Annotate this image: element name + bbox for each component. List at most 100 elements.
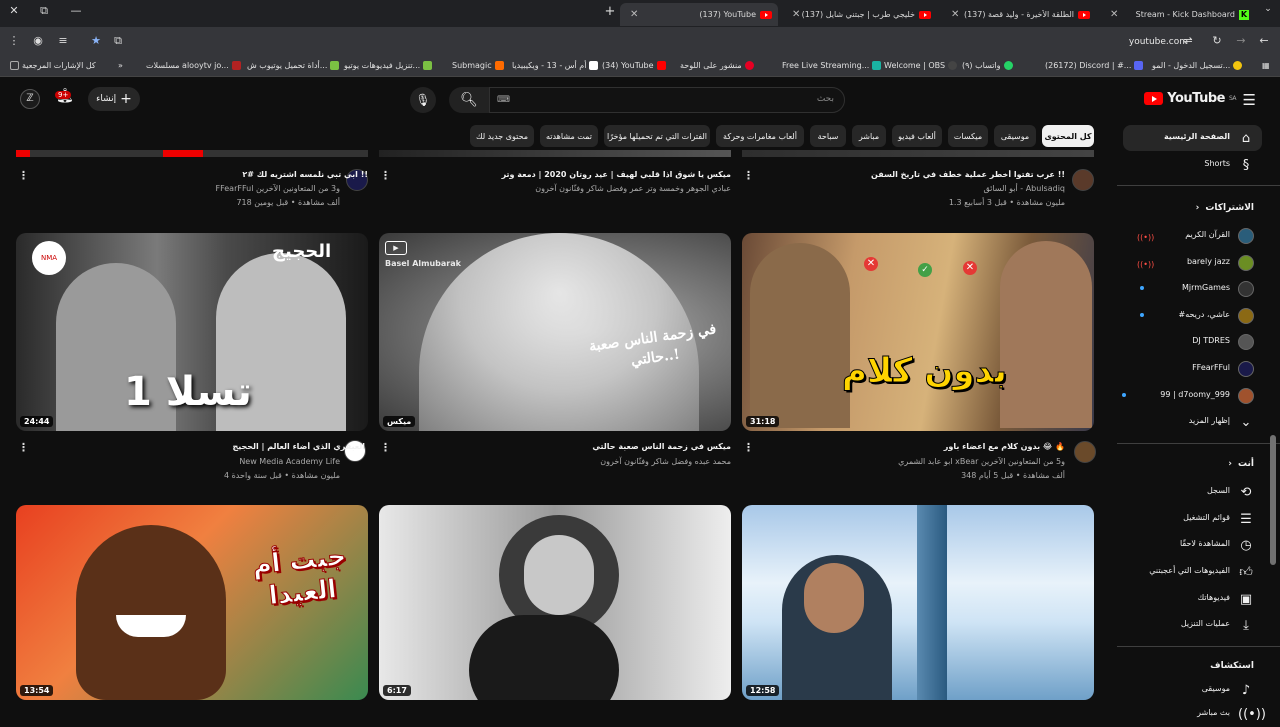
keyboard-icon[interactable]: ⌨ <box>497 95 510 105</box>
bookmark-item[interactable]: Welcome | OBS <box>884 61 958 70</box>
bookmark-item[interactable]: تسجيل الدخول - المو... <box>1152 61 1243 70</box>
video-thumbnail[interactable]: NMA الحجيج تسلا 1 24:44 <box>16 233 368 431</box>
bookmark-item[interactable]: (26172) Discord | #... <box>1045 61 1144 70</box>
close-tab-icon[interactable]: ✕ <box>792 9 800 20</box>
bookmark-item[interactable]: تنزيل فيديوهات يوتيو... <box>344 61 433 70</box>
video-channel[interactable]: FFearFFul و3 من المتعاونين الآخرين <box>215 184 340 193</box>
close-tab-icon[interactable]: ✕ <box>951 9 959 20</box>
subscriptions-header[interactable]: › الاشتراكات <box>1196 203 1254 213</box>
reload-icon[interactable]: ↻ <box>1209 34 1225 47</box>
bookmark-item[interactable]: Submagic <box>452 61 504 70</box>
video-title[interactable]: ميكس في زحمة الناس صعبة حالتي <box>401 442 731 451</box>
video-thumbnail[interactable] <box>379 150 731 157</box>
show-more-button[interactable]: ⌄ إظهار المزيد <box>1117 409 1280 435</box>
sidebar-item-shorts[interactable]: § Shorts <box>1117 152 1280 178</box>
chip-all[interactable]: كل المحتوى <box>1042 125 1094 147</box>
chip-watched[interactable]: تمت مشاهدته <box>540 125 598 147</box>
sidebar-item-subscription[interactable]: MjrmGames <box>1117 276 1280 302</box>
tab-last-shot[interactable]: ✕ (137) الطلقة الأخيرة - وليد قصة <box>941 3 1096 26</box>
search-button[interactable]: 🔍︎ <box>449 87 489 113</box>
sidebar-item-watch-later[interactable]: ◷ المشاهدة لاحقًا <box>1117 532 1280 558</box>
video-thumbnail[interactable]: ▶ Basel Almubarak في زحمة الناس صعبة حال… <box>379 233 731 431</box>
more-options-icon[interactable]: ⋮ <box>743 441 754 454</box>
search-input[interactable]: بحث <box>489 87 845 113</box>
tab-khaleeji[interactable]: ✕ (137) خليجي طرب | جبتني شايل <box>782 3 937 26</box>
youtube-logo[interactable]: YouTube SA <box>1144 91 1237 106</box>
new-tab-icon[interactable]: + <box>600 4 620 19</box>
sidebar-item-liked[interactable]: 👍︎ الفيديوهات التي أعجبتني <box>1117 559 1280 585</box>
bookmark-item[interactable]: (34) YouTube <box>602 61 666 70</box>
more-options-icon[interactable]: ⋮ <box>18 169 29 182</box>
menu-dots-icon[interactable]: ⋮ <box>6 34 22 47</box>
create-button[interactable]: إنشاء + <box>88 87 140 111</box>
voice-search-button[interactable]: 🎙︎ <box>410 87 436 113</box>
bookmark-item[interactable]: أم أس - 13 - ويكيبيديا <box>512 61 599 70</box>
avatar[interactable]: ℤ <box>20 89 40 109</box>
chip-action-adventure[interactable]: ألعاب مغامرات وحركة <box>716 125 804 147</box>
more-options-icon[interactable]: ⋮ <box>18 441 29 454</box>
video-title[interactable]: بدون كلام مع اعضاء باور 😂 🔥 <box>765 442 1065 451</box>
close-tab-icon[interactable]: ✕ <box>630 9 638 20</box>
tab-youtube-home[interactable]: ✕ (137) YouTube <box>620 3 778 26</box>
back-icon[interactable]: ← <box>1256 34 1272 47</box>
video-channel[interactable]: أبو السائق - Abulsadiq <box>983 184 1065 193</box>
sidebar-item-subscription[interactable]: 99 | d7oomy_999 <box>1117 383 1280 409</box>
video-channel[interactable]: ابو عابد الشمري xBear و5 من المتعاونين ا… <box>898 457 1065 466</box>
hamburger-menu-icon[interactable]: ☰ <box>1243 91 1256 109</box>
video-channel[interactable]: عبادي الجوهر وخمسة وتر عمر وفضل شاكر وفن… <box>535 184 731 193</box>
all-bookmarks[interactable]: كل الإشارات المرجعية <box>10 61 96 70</box>
video-thumbnail[interactable]: 12:58 <box>742 505 1094 700</box>
sidebar-item-subscription[interactable]: ((•)) القرآن الكريم <box>1117 223 1280 249</box>
tab-search-icon[interactable]: ⌄ <box>1258 4 1278 14</box>
video-channel[interactable]: New Media Academy Life <box>239 457 340 466</box>
close-window-icon[interactable]: ✕ <box>4 4 24 17</box>
sidebar-item-playlists[interactable]: ☰ قوائم التشغيل <box>1117 506 1280 532</box>
sidebar-item-subscription[interactable]: FFearFFul <box>1117 356 1280 382</box>
bookmark-item[interactable]: مسلسلات alooytv jo... <box>146 61 241 70</box>
sidebar-item-home[interactable]: ⌂ الصفحة الرئيسية <box>1123 125 1262 151</box>
video-title[interactable]: ميكس يا شوق اذا قلبي لهيف | عيد روتان 20… <box>401 170 731 179</box>
site-settings-icon[interactable]: ⇌ <box>1180 34 1196 47</box>
sidebar-item-downloads[interactable]: ⤓ عمليات التنزيل <box>1117 612 1280 638</box>
chip-swimming[interactable]: سباحة <box>810 125 846 147</box>
video-channel[interactable]: محمد عبده وفضل شاكر وفنّانون آخرون <box>600 457 731 466</box>
profile-icon[interactable]: ◉ <box>30 34 46 47</box>
sidebar-item-live[interactable]: ((•)) بث مباشر <box>1117 701 1280 727</box>
more-options-icon[interactable]: ⋮ <box>743 169 754 182</box>
chip-music[interactable]: موسيقى <box>994 125 1036 147</box>
more-bookmarks-icon[interactable]: » <box>118 61 123 70</box>
video-thumbnail[interactable]: جبت أم العيدا 13:54 <box>16 505 368 700</box>
video-thumbnail[interactable] <box>16 150 368 157</box>
bookmark-item[interactable]: (٩) واتساب <box>962 61 1013 70</box>
chip-recently-uploaded[interactable]: الفترات التي تم تحميلها مؤخرًا <box>604 125 710 147</box>
sidebar-item-your-videos[interactable]: ▣ فيديوهاتك <box>1117 586 1280 612</box>
sidebar-item-music[interactable]: ♪ موسيقى <box>1117 677 1280 703</box>
video-title[interactable]: ابي تبي نلمسه اشتريه لك #٢ !! <box>68 170 368 179</box>
close-tab-icon[interactable]: ✕ <box>1110 9 1118 20</box>
sidebar-item-subscription[interactable]: DJ TDRES <box>1117 329 1280 355</box>
video-thumbnail[interactable] <box>742 150 1094 157</box>
more-options-icon[interactable]: ⋮ <box>380 441 391 454</box>
bookmark-item[interactable]: منشور على اللوحة <box>680 61 754 70</box>
chip-video-games[interactable]: ألعاب فيديو <box>892 125 942 147</box>
sidebar-item-subscription[interactable]: ((•)) barely jazz <box>1117 250 1280 276</box>
you-header[interactable]: › أنت <box>1228 459 1254 469</box>
restore-window-icon[interactable]: ⧉ <box>34 4 54 18</box>
video-thumbnail[interactable]: ✕ ✓ ✕ بدون كلام 31:18 <box>742 233 1094 431</box>
chip-new-to-you[interactable]: محتوى جديد لك <box>470 125 534 147</box>
bookmark-item[interactable]: أداة تحميل يوتيوب ش... <box>247 61 340 70</box>
chip-mixes[interactable]: ميكسات <box>948 125 988 147</box>
more-options-icon[interactable]: ⋮ <box>380 169 391 182</box>
share-icon[interactable]: ⧉ <box>110 34 126 48</box>
scrollbar[interactable] <box>1270 435 1276 565</box>
minimize-window-icon[interactable]: — <box>66 4 86 17</box>
sidebar-item-subscription[interactable]: #عاشي، دريحه <box>1117 303 1280 329</box>
reading-list-icon[interactable]: ≡ <box>55 34 71 47</box>
tab-kick-dashboard[interactable]: ✕ Stream - Kick Dashboard K <box>1100 3 1255 26</box>
sidebar-item-history[interactable]: ⟲ السجل <box>1117 479 1280 505</box>
video-title[interactable]: العبقري الذي أضاء العالم | الحجيج <box>65 442 365 451</box>
forward-icon[interactable]: → <box>1233 34 1249 47</box>
channel-avatar[interactable] <box>1072 169 1094 191</box>
video-title[interactable]: عرب تفتوا أخطر عملية خطف في تاريخ السفن … <box>747 170 1065 179</box>
bookmark-item[interactable]: Free Live Streaming... <box>782 61 882 70</box>
